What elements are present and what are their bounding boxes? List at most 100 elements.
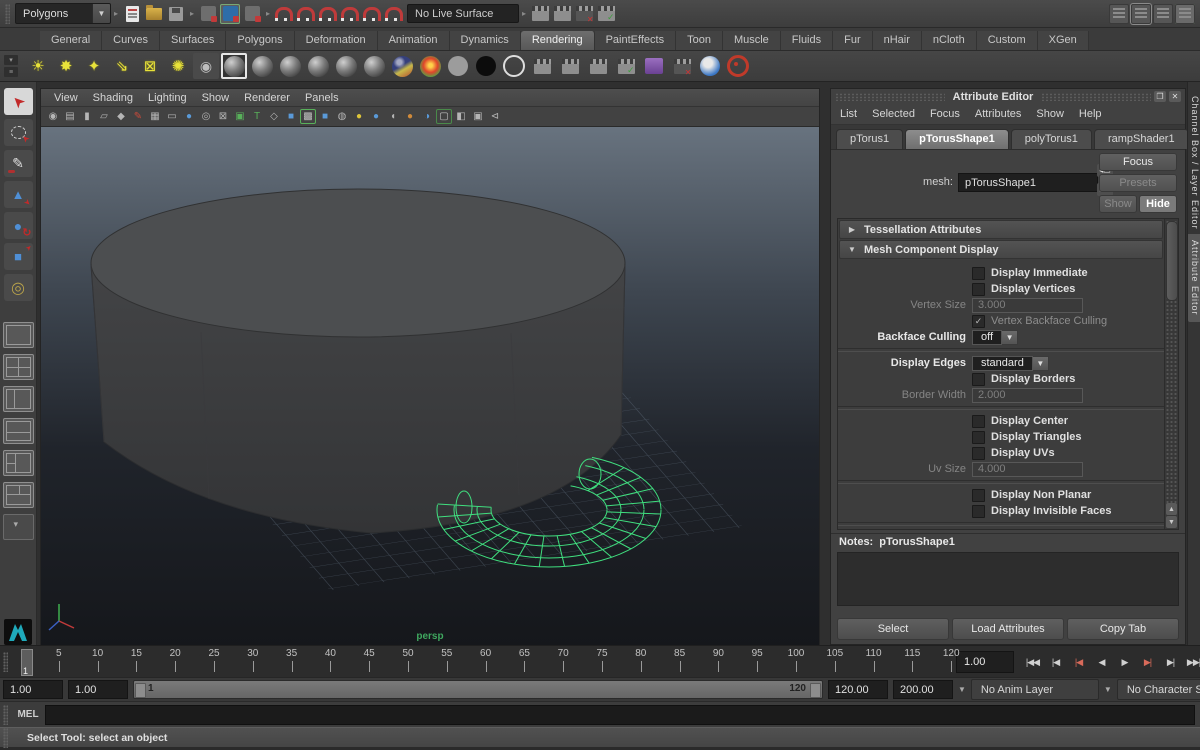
ocean-shader-icon[interactable] xyxy=(389,53,415,79)
shelf-tab-fur[interactable]: Fur xyxy=(833,31,873,50)
viewport-menu-panels[interactable]: Panels xyxy=(305,92,339,104)
shelf-tab-nhair[interactable]: nHair xyxy=(873,31,922,50)
shelf-tab-xgen[interactable]: XGen xyxy=(1038,31,1089,50)
viewport-menu-show[interactable]: Show xyxy=(202,92,230,104)
display-invisible-faces-checkbox[interactable] xyxy=(972,505,985,518)
move-tool-button[interactable] xyxy=(4,181,33,208)
snap-to-points-icon[interactable] xyxy=(318,4,338,24)
four-pane-layout-button[interactable] xyxy=(3,354,34,380)
open-scene-icon[interactable] xyxy=(144,4,164,24)
viewport-canvas[interactable]: persp xyxy=(41,127,819,646)
xray-icon[interactable]: ◖ xyxy=(385,109,401,124)
playback-end-field[interactable]: 120.00 xyxy=(828,680,888,699)
range-end-handle[interactable] xyxy=(810,683,821,698)
attribute-editor-toggle-icon[interactable] xyxy=(1175,4,1195,24)
textured-mode-icon[interactable]: ▩ xyxy=(300,109,316,124)
shaded-mode-icon[interactable]: ■ xyxy=(283,109,299,124)
lasso-tool-button[interactable] xyxy=(4,119,33,146)
safe-action-icon[interactable]: ▣ xyxy=(232,109,248,124)
tool-settings-toggle-icon[interactable] xyxy=(1153,4,1173,24)
surface-shader-icon[interactable] xyxy=(473,53,499,79)
live-surface-field[interactable]: No Live Surface xyxy=(407,4,519,23)
group-collapse-arrow[interactable]: ▸ xyxy=(190,9,194,18)
camera-icon[interactable]: ◉ xyxy=(193,53,219,79)
section-header-mesh-component-display[interactable]: ▼Mesh Component Display xyxy=(839,240,1163,259)
shelf-tab-general[interactable]: General xyxy=(40,31,102,50)
ipr-render-shelf-icon[interactable] xyxy=(557,53,583,79)
scrollbar-thumb[interactable] xyxy=(1166,221,1178,301)
step-back-frame-button[interactable]: |◀ xyxy=(1045,651,1066,673)
resolution-gate-icon[interactable]: ● xyxy=(181,109,197,124)
shelf-tab-surfaces[interactable]: Surfaces xyxy=(160,31,226,50)
display-vertices-checkbox[interactable] xyxy=(972,283,985,296)
ambient-light-icon[interactable]: ✦ xyxy=(81,53,107,79)
select-camera-icon[interactable]: ◉ xyxy=(45,109,61,124)
close-icon[interactable]: ✕ xyxy=(1169,91,1181,102)
ramp-shader-icon[interactable] xyxy=(417,53,443,79)
viewport-menu-renderer[interactable]: Renderer xyxy=(244,92,290,104)
exposure-icon[interactable]: ● xyxy=(402,109,418,124)
channel-box-toggle-icon[interactable] xyxy=(1131,4,1151,24)
node-links-icon[interactable]: ⊲ xyxy=(487,109,503,124)
shelf-tab-dynamics[interactable]: Dynamics xyxy=(450,31,521,50)
area-light-icon[interactable]: ⊠ xyxy=(137,53,163,79)
viewport-menu-lighting[interactable]: Lighting xyxy=(148,92,187,104)
timeline-track[interactable]: 1 51015202530354045505560657075808590951… xyxy=(11,647,956,677)
step-forward-key-button[interactable]: ▶| xyxy=(1137,651,1158,673)
border-width-field[interactable]: 2.000 xyxy=(972,388,1083,403)
animation-start-field[interactable]: 1.00 xyxy=(3,680,63,699)
node-editor-toggle-icon[interactable] xyxy=(1109,4,1129,24)
lambert-material-icon[interactable] xyxy=(277,53,303,79)
ae-tab-ptorusshape1[interactable]: pTorusShape1 xyxy=(905,129,1009,149)
open-render-view-icon[interactable] xyxy=(530,4,550,24)
group-collapse-arrow[interactable]: ▸ xyxy=(114,9,118,18)
image-plane-icon[interactable]: ▱ xyxy=(96,109,112,124)
volume-light-icon[interactable]: ✺ xyxy=(165,53,191,79)
display-center-checkbox[interactable] xyxy=(972,415,985,428)
mesh-name-field[interactable]: pTorusShape1 xyxy=(958,173,1098,192)
viewport-menu-view[interactable]: View xyxy=(54,92,78,104)
go-to-end-button[interactable]: ▶▶| xyxy=(1183,651,1200,673)
toolbar-grip[interactable] xyxy=(5,4,10,24)
shelf-tab-ncloth[interactable]: nCloth xyxy=(922,31,977,50)
backface-culling-dropdown[interactable]: off▼ xyxy=(972,330,1018,345)
persp-graph-layout-button[interactable] xyxy=(3,418,34,444)
range-slider-bar[interactable]: 1 120 xyxy=(133,680,823,699)
two-sided-lighting-icon[interactable]: ◆ xyxy=(113,109,129,124)
3d-paint-tool-icon[interactable] xyxy=(697,53,723,79)
bookmarks-icon[interactable]: ▮ xyxy=(79,109,95,124)
select-components-icon[interactable] xyxy=(242,4,262,24)
play-forwards-button[interactable]: ▶ xyxy=(1114,651,1135,673)
chevron-down-icon[interactable]: ▼ xyxy=(1033,356,1049,371)
display-borders-checkbox[interactable] xyxy=(972,373,985,386)
batch-render-shelf-icon[interactable] xyxy=(585,53,611,79)
make-live-icon[interactable] xyxy=(384,4,404,24)
shelf-tab-custom[interactable]: Custom xyxy=(977,31,1038,50)
select-button[interactable]: Select xyxy=(837,618,949,640)
playback-start-field[interactable]: 1.00 xyxy=(68,680,128,699)
directional-light-icon[interactable]: ⇘ xyxy=(109,53,135,79)
single-pane-layout-button[interactable] xyxy=(3,322,34,348)
section-expanded-arrow-icon[interactable]: ▼ xyxy=(840,245,864,254)
range-start-handle[interactable] xyxy=(135,683,146,698)
phong-e-material-icon[interactable] xyxy=(333,53,359,79)
ae-menu-selected[interactable]: Selected xyxy=(872,108,915,120)
step-forward-frame-button[interactable]: ▶| xyxy=(1160,651,1181,673)
field-chart-icon[interactable]: ⊠ xyxy=(215,109,231,124)
focus-button[interactable]: Focus xyxy=(1099,153,1177,171)
attribute-editor-titlebar[interactable]: Attribute Editor ❐ ✕ xyxy=(831,89,1185,104)
last-tool-button[interactable] xyxy=(4,274,33,301)
gamma-icon[interactable]: ◑ xyxy=(419,109,435,124)
chevron-down-icon[interactable]: ▼ xyxy=(1002,330,1018,345)
shelf-menu-icon[interactable]: ≡ xyxy=(4,67,18,77)
command-line-grip[interactable] xyxy=(3,705,8,725)
outliner-persp-layout-button[interactable] xyxy=(3,386,34,412)
shelf-tab-polygons[interactable]: Polygons xyxy=(226,31,294,50)
animation-end-field[interactable]: 200.00 xyxy=(893,680,953,699)
ipr-render-icon[interactable] xyxy=(574,4,594,24)
select-hierarchy-icon[interactable] xyxy=(198,4,218,24)
new-scene-icon[interactable] xyxy=(122,4,142,24)
display-non-planar-checkbox[interactable] xyxy=(972,489,985,502)
spot-light-icon[interactable]: ✸ xyxy=(53,53,79,79)
default-material-icon[interactable]: ◧ xyxy=(453,109,469,124)
